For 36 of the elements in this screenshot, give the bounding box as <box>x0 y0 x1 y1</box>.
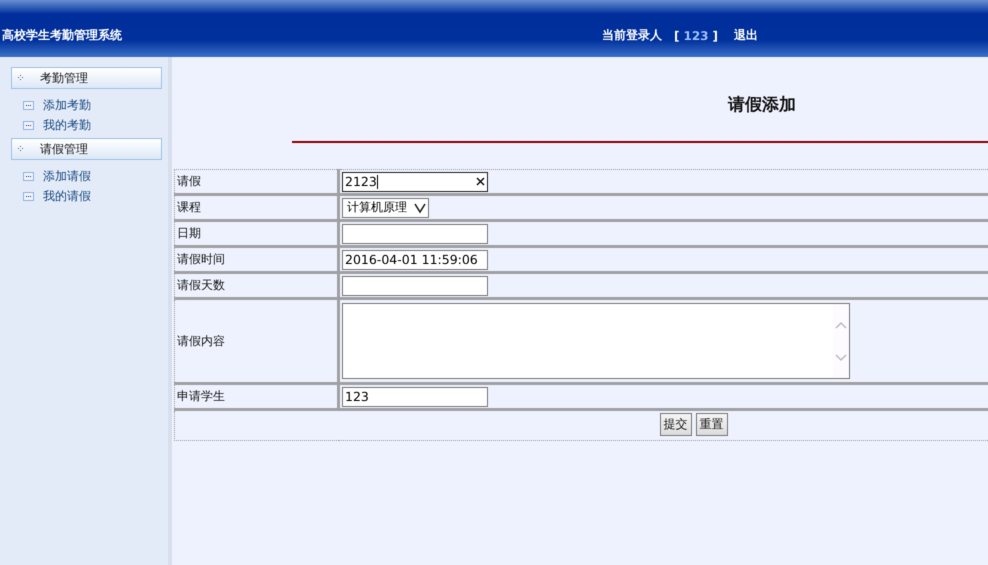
clear-icon[interactable] <box>476 177 485 186</box>
app-title: 高校学生考勤管理系统 <box>2 27 123 44</box>
bullet-icon <box>23 192 34 200</box>
field-label: 日期 <box>174 220 338 246</box>
field-label: 请假天数 <box>174 272 338 298</box>
username: 123 <box>683 28 709 42</box>
scrollbar-arrows-icon <box>833 304 849 378</box>
bullet-icon <box>23 100 34 110</box>
page-title: 请假添加 <box>728 94 796 116</box>
menu-group-header[interactable]: 考勤管理 <box>11 67 162 89</box>
input-field[interactable] <box>342 224 488 244</box>
bullet-icon <box>23 120 34 130</box>
field-label: 请假 <box>174 170 338 194</box>
field-label: 请假内容 <box>174 298 338 384</box>
field-label: 课程 <box>174 194 338 220</box>
input-field[interactable]: 123 <box>342 386 488 406</box>
menu-link[interactable]: 添加请假 <box>43 168 91 184</box>
menu-link[interactable]: 添加考勤 <box>43 96 91 114</box>
chevron-down-icon <box>413 200 427 214</box>
input-field[interactable] <box>342 276 488 296</box>
input-field[interactable]: 2016-04-01 11:59:06 <box>342 250 488 270</box>
logout-link[interactable]: 退出 <box>734 27 758 44</box>
bracket: [ <box>674 28 680 42</box>
bracket: ] <box>712 28 718 42</box>
menu-link[interactable]: 我的考勤 <box>43 116 91 134</box>
input-field[interactable]: 2123 <box>342 172 488 192</box>
field-label: 申请学生 <box>174 384 338 410</box>
form-button[interactable]: 重置 <box>696 413 728 436</box>
form-button[interactable]: 提交 <box>660 413 692 436</box>
menu-group-header[interactable]: 请假管理 <box>11 138 162 160</box>
field-label: 请假时间 <box>174 246 338 272</box>
menu-link[interactable]: 我的请假 <box>43 188 91 204</box>
bullet-icon <box>23 172 34 180</box>
login-label: 当前登录人 <box>602 27 662 44</box>
course-dropdown[interactable]: 计算机原理 <box>342 198 429 218</box>
text-area[interactable] <box>342 303 850 379</box>
